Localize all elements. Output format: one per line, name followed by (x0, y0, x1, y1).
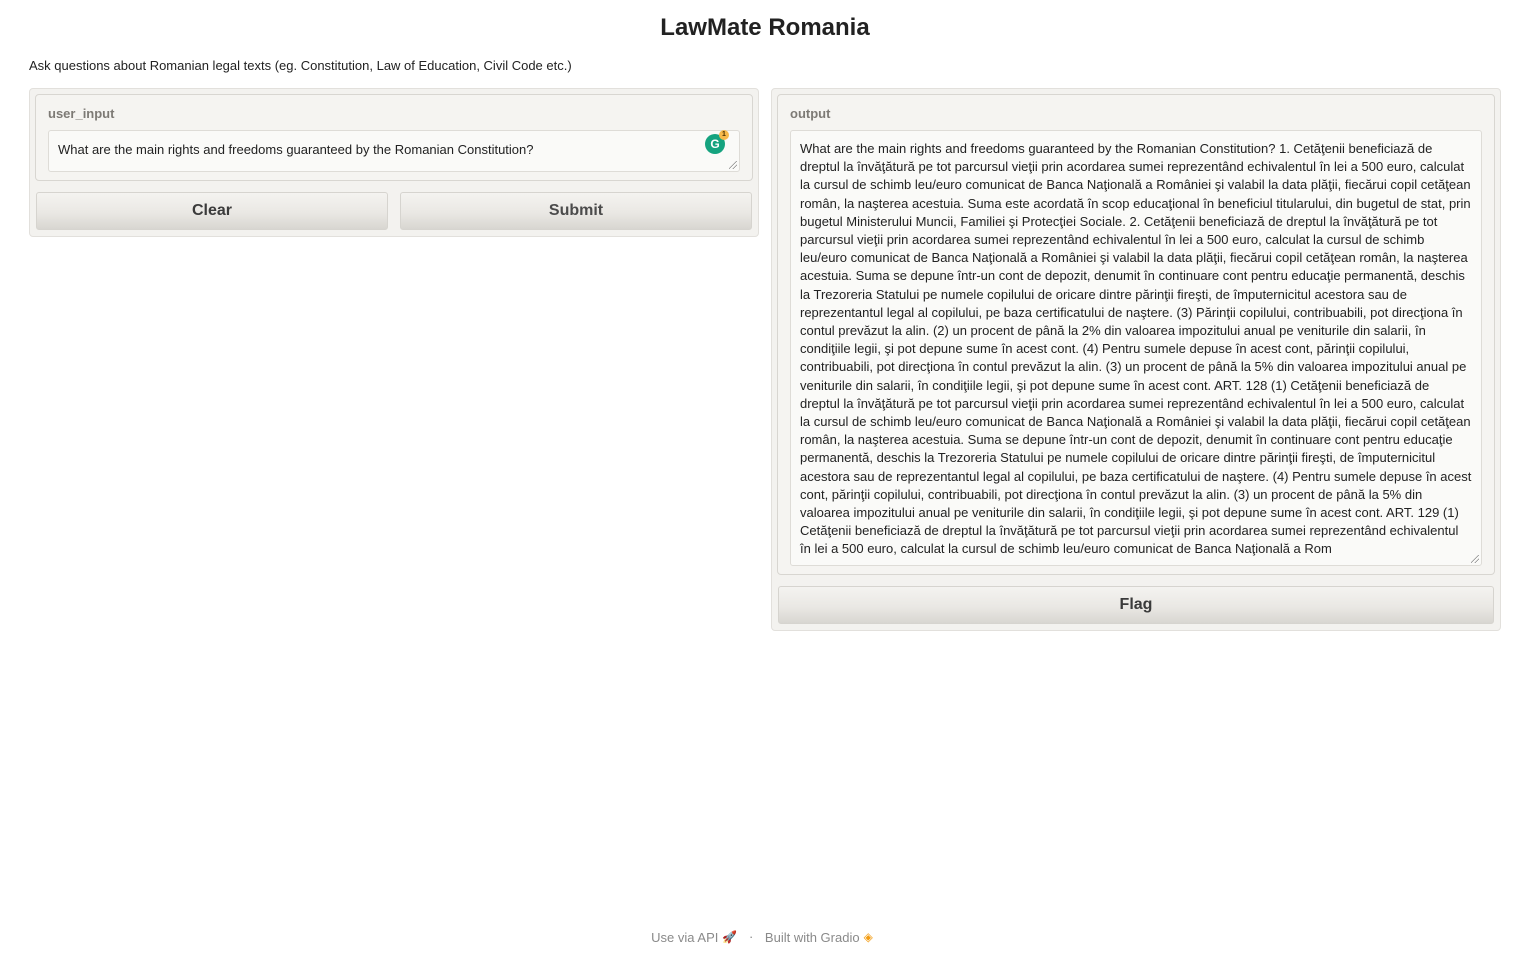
gradio-logo-icon: ◈ (863, 930, 873, 945)
footer-separator: · (748, 929, 754, 945)
use-via-api-link[interactable]: Use via API 🚀 (651, 929, 738, 945)
footer: Use via API 🚀 · Built with Gradio ◈ (0, 928, 1524, 945)
resize-handle-icon[interactable] (729, 161, 737, 169)
user-input-label: user_input (48, 106, 115, 121)
clear-button[interactable]: Clear (36, 192, 388, 230)
output-column: output What are the main rights and free… (771, 88, 1501, 631)
rocket-icon: 🚀 (722, 930, 738, 945)
user-input-textarea[interactable]: What are the main rights and freedoms gu… (48, 130, 740, 172)
page-title: LawMate Romania (660, 14, 870, 41)
grammarly-count-badge: 1 (719, 130, 729, 140)
built-with-gradio-link[interactable]: Built with Gradio ◈ (765, 929, 873, 945)
input-column: user_input What are the main rights and … (29, 88, 759, 237)
user-input-text: What are the main rights and freedoms gu… (58, 142, 534, 157)
page-description: Ask questions about Romanian legal texts… (29, 58, 572, 73)
output-text: What are the main rights and freedoms gu… (800, 141, 1472, 557)
output-label: output (790, 106, 831, 121)
output-block: output What are the main rights and free… (777, 94, 1495, 575)
submit-button[interactable]: Submit (400, 192, 752, 230)
resize-handle-icon[interactable] (1471, 555, 1479, 563)
output-textarea[interactable]: What are the main rights and freedoms gu… (790, 130, 1482, 566)
user-input-block: user_input What are the main rights and … (35, 94, 753, 181)
grammarly-icon[interactable]: G 1 (705, 130, 729, 154)
flag-button[interactable]: Flag (778, 586, 1494, 624)
